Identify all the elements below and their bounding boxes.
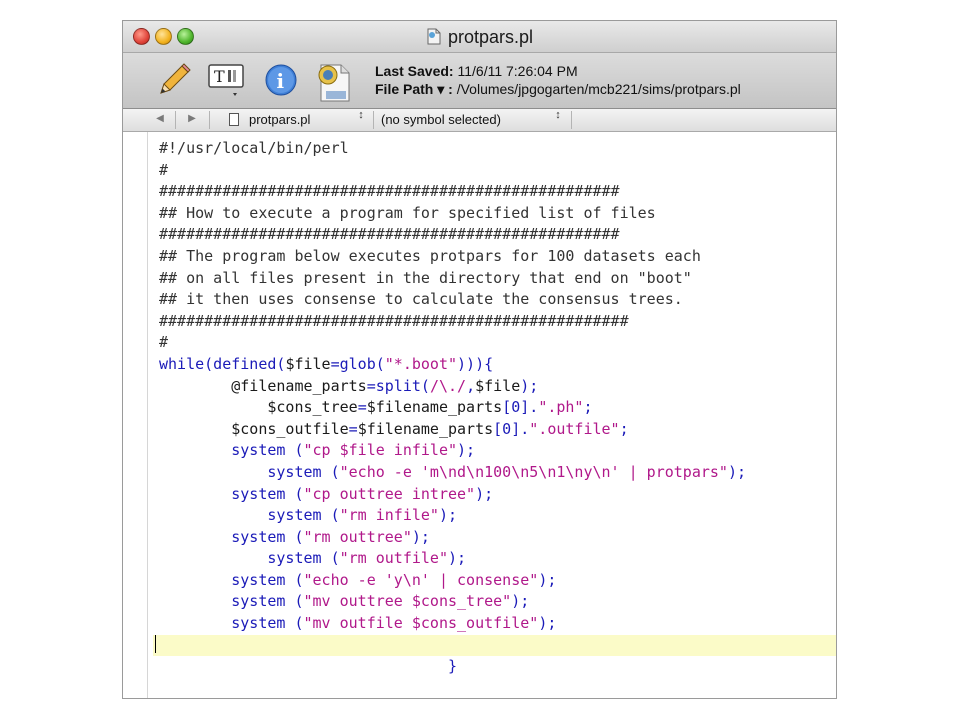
navigation-bar: ◀ ▶ protpars.pl ↕ (no symbol selected) ↕ bbox=[123, 109, 836, 132]
code-line[interactable]: ## How to execute a program for specifie… bbox=[159, 203, 836, 225]
nav-divider bbox=[373, 111, 374, 129]
code-line[interactable]: while(defined($file=glob("*.boot"))){ bbox=[159, 354, 836, 376]
pencil-icon[interactable] bbox=[155, 61, 191, 99]
gutter bbox=[147, 132, 148, 698]
code-line[interactable]: system ("mv outtree $cons_tree"); bbox=[159, 591, 836, 613]
svg-text:T: T bbox=[214, 67, 225, 86]
code-line[interactable]: ## it then uses consense to calculate th… bbox=[159, 289, 836, 311]
symbol-menu[interactable]: (no symbol selected) bbox=[381, 112, 501, 127]
text-caret bbox=[155, 634, 156, 653]
document-icon bbox=[426, 28, 442, 45]
file-info: Last Saved: 11/6/11 7:26:04 PM File Path… bbox=[375, 62, 741, 98]
code-line[interactable]: system ("mv outfile $cons_outfile"); bbox=[159, 613, 836, 635]
code-line[interactable]: @filename_parts=split(/\./,$file); bbox=[159, 376, 836, 398]
last-saved-label: Last Saved: bbox=[375, 63, 454, 79]
code-line[interactable]: system ("rm outtree"); bbox=[159, 527, 836, 549]
editor-window: protpars.pl T i Last Saved: 11/6/11 7:26… bbox=[123, 21, 836, 698]
code-line[interactable]: # bbox=[159, 332, 836, 354]
code-editor[interactable]: #!/usr/local/bin/perl # ##################… bbox=[123, 132, 836, 698]
code-line[interactable]: ## on all files present in the directory… bbox=[159, 268, 836, 290]
file-menu-label: protpars.pl bbox=[249, 112, 311, 127]
nav-divider bbox=[209, 111, 210, 129]
code-line[interactable]: ########################################… bbox=[159, 311, 836, 333]
toolbar: T i Last Saved: 11/6/11 7:26:04 PM File … bbox=[123, 53, 836, 109]
svg-text:i: i bbox=[277, 69, 285, 93]
symbol-menu-updown-icon[interactable]: ↕ bbox=[553, 110, 563, 121]
forward-arrow-icon[interactable]: ▶ bbox=[185, 112, 199, 126]
code-line[interactable]: ## The program below executes protpars f… bbox=[159, 246, 836, 268]
window-title-text: protpars.pl bbox=[447, 27, 534, 47]
file-path-value: /Volumes/jpgogarten/mcb221/sims/protpars… bbox=[456, 81, 741, 97]
symbol-menu-label: (no symbol selected) bbox=[381, 112, 501, 127]
code-line[interactable]: system ("rm outfile"); bbox=[159, 548, 836, 570]
code-line[interactable]: ########################################… bbox=[159, 224, 836, 246]
text-file-icon[interactable] bbox=[313, 61, 355, 102]
info-icon[interactable]: i bbox=[263, 61, 299, 99]
code-line[interactable]: system ("cp outtree intree"); bbox=[159, 484, 836, 506]
last-saved-value: 11/6/11 7:26:04 PM bbox=[457, 63, 578, 79]
back-arrow-icon[interactable]: ◀ bbox=[153, 112, 167, 126]
current-code-line[interactable] bbox=[153, 634, 836, 657]
code-line[interactable]: system ("echo -e 'm\nd\n100\n5\n1\ny\n' … bbox=[159, 462, 836, 484]
window-title: protpars.pl bbox=[123, 27, 836, 48]
text-format-icon[interactable]: T bbox=[207, 61, 247, 99]
file-menu-updown-icon[interactable]: ↕ bbox=[356, 110, 366, 121]
code-line[interactable]: system ("echo -e 'y\n' | consense"); bbox=[159, 570, 836, 592]
code-line[interactable]: system ("cp $file infile"); bbox=[159, 440, 836, 462]
title-bar[interactable]: protpars.pl bbox=[123, 21, 836, 53]
code-line[interactable]: #!/usr/local/bin/perl bbox=[159, 138, 836, 160]
file-icon bbox=[229, 113, 239, 126]
code-line[interactable]: ########################################… bbox=[159, 181, 836, 203]
nav-divider bbox=[571, 111, 572, 129]
code-line[interactable]: system ("rm infile"); bbox=[159, 505, 836, 527]
file-menu[interactable]: protpars.pl bbox=[229, 112, 310, 127]
code-text-area[interactable]: #!/usr/local/bin/perl # ##################… bbox=[153, 138, 836, 678]
code-line[interactable]: } bbox=[159, 656, 836, 678]
file-path-label[interactable]: File Path ▾ : bbox=[375, 81, 453, 97]
code-line[interactable]: # bbox=[159, 160, 836, 182]
code-line[interactable]: $cons_tree=$filename_parts[0].".ph"; bbox=[159, 397, 836, 419]
code-line[interactable]: $cons_outfile=$filename_parts[0].".outfi… bbox=[159, 419, 836, 441]
nav-divider bbox=[175, 111, 176, 129]
